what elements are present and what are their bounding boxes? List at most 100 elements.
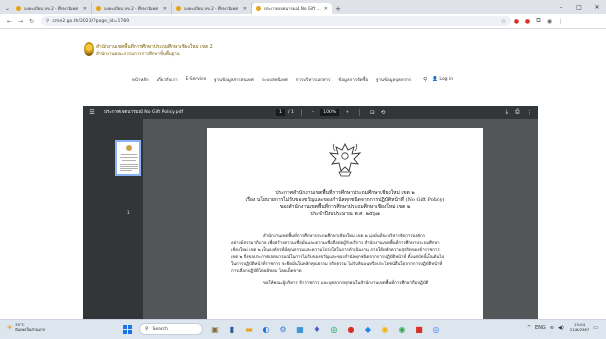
edge-icon[interactable]: ◐ <box>259 323 273 336</box>
nav-item-eservice[interactable]: E-Service <box>186 77 207 82</box>
download-icon[interactable]: ⤓ <box>506 109 508 116</box>
app-icon[interactable]: ■ <box>412 323 426 336</box>
bookmark-star-icon[interactable]: ☆ <box>501 18 506 25</box>
volume-icon[interactable]: ◀) <box>558 325 564 331</box>
forward-icon[interactable]: → <box>15 16 26 27</box>
nav-item-about[interactable]: เกี่ยวกับเรา <box>157 76 178 83</box>
nav-item-procurement[interactable]: ข้อมูลการจัดซื้อ <box>338 76 368 83</box>
close-window-button[interactable]: ✕ <box>588 0 606 14</box>
new-tab-button[interactable]: + <box>332 3 344 14</box>
taskbar-apps: ▣ ▮ ▬ ◐ ⚙ ▦ ♦ ◎ ● ◆ ◉ ◉ ■ ◎ <box>208 323 446 336</box>
doc-paragraph-line: ขอให้คณะผู้บริหาร ข้าราชการ และบุคลากรทุ… <box>263 281 429 286</box>
doc-paragraph-line: สำนักงานเขตพื้นที่การศึกษาประถมศึกษาเชีย… <box>263 234 425 239</box>
browser-tab[interactable]: ลงทะเบียน ลข 2 - ศึกษานิเทศ ✕ <box>172 3 252 14</box>
site-favicon-icon <box>16 6 21 11</box>
weather-text: 35°C มีแดดเป็นส่วนมาก <box>15 322 45 332</box>
tab-search-icon[interactable]: ⌄ <box>3 3 12 13</box>
search-icon[interactable]: ⚲ <box>423 77 427 83</box>
tab-title: ลงทะเบียน ลข 2 - ศึกษานิเทศ <box>24 6 78 11</box>
profile-avatar-icon[interactable]: ◉ <box>544 16 555 27</box>
taskbar-search-input[interactable]: ⚲ Search <box>139 323 203 335</box>
close-tab-icon[interactable]: ✕ <box>243 6 247 12</box>
thumbnail-emblem <box>126 145 132 151</box>
zoom-in-icon[interactable]: + <box>345 110 349 115</box>
app-icon[interactable]: ● <box>344 323 358 336</box>
reload-icon[interactable]: ↻ <box>26 16 37 27</box>
clock[interactable]: 15:04 21/6/2567 <box>570 322 589 332</box>
store-icon[interactable]: ▦ <box>293 323 307 336</box>
rotate-icon[interactable]: ⟲ <box>381 110 386 116</box>
system-tray: ^ ENG ≋ ◀) 15:04 21/6/2567 ▭ <box>523 322 598 332</box>
browser-menu-icon[interactable]: ⋮ <box>555 16 566 27</box>
app-icon[interactable]: ◉ <box>395 323 409 336</box>
wifi-icon[interactable]: ≋ <box>550 325 554 331</box>
settings-icon[interactable]: ⚙ <box>276 323 290 336</box>
chrome-icon[interactable]: ◎ <box>429 323 443 336</box>
language-indicator[interactable]: ENG <box>535 325 546 331</box>
site-nav: หน้าหลัก เกี่ยวกับเรา E-Service ฐานข้อมู… <box>132 76 453 84</box>
close-tab-icon[interactable]: ✕ <box>324 6 328 12</box>
browser-tab-active[interactable]: ประกาศเจตนารมณ์ No Gift Policy ✕ <box>252 3 332 14</box>
nav-item-database[interactable]: ฐานข้อมูลสารสนเทศ <box>214 76 253 83</box>
back-icon[interactable]: ← <box>4 16 15 27</box>
thumbnail-line <box>120 166 138 167</box>
browser-tab[interactable]: ลงทะเบียน ลข 2 - ศึกษานิเทศ ✕ <box>92 3 172 14</box>
fit-page-icon[interactable]: ⊡ <box>370 110 375 116</box>
thumbnail-line <box>120 168 138 169</box>
minimize-button[interactable]: – <box>552 0 570 14</box>
app-icon[interactable]: ◆ <box>361 323 375 336</box>
url-text: cme2.go.th/2023/?page_id=1789 <box>52 18 130 24</box>
site-favicon-icon <box>96 6 101 11</box>
site-favicon-icon <box>176 6 181 11</box>
nav-item-documents[interactable]: การบริหารเอกสาร <box>296 76 331 83</box>
doc-paragraph-line: อย่างมีธรรมาภิบาล เพื่อสร้างความเชื่อมั่… <box>231 241 440 246</box>
pdf-actions: ⤓ ⎙ ⋮ <box>499 106 532 119</box>
site-header: สำนักงานเขตพื้นที่การศึกษาประถมศึกษาเชีย… <box>0 30 606 99</box>
site-info-icon[interactable]: ⚲ <box>46 19 49 24</box>
teams-icon[interactable]: ♦ <box>310 323 324 336</box>
extension-icon[interactable]: ● <box>511 16 522 27</box>
toolbar-divider <box>300 109 302 116</box>
sidebar-menu-icon[interactable]: ☰ <box>85 109 99 116</box>
nav-item-home[interactable]: หน้าหลัก <box>132 76 149 83</box>
thumbnail-line <box>120 164 138 165</box>
address-bar[interactable]: ⚲ cme2.go.th/2023/?page_id=1789 ☆ <box>41 16 511 26</box>
close-tab-icon[interactable]: ✕ <box>163 6 167 12</box>
zoom-level-input[interactable]: 100% <box>320 109 340 116</box>
nav-item-personnel[interactable]: ฐานข้อมูลบุคลากร <box>376 76 411 83</box>
app-icon[interactable]: ▮ <box>225 323 239 336</box>
taskbar: ☀ 35°C มีแดดเป็นส่วนมาก ⚲ Search ▣ ▮ ▬ ◐… <box>0 319 606 339</box>
close-tab-icon[interactable]: ✕ <box>83 6 87 12</box>
app-icon[interactable]: ◉ <box>378 323 392 336</box>
thumbnail-page-number: 1 <box>127 210 130 215</box>
login-label: Log in <box>439 77 454 82</box>
maximize-button[interactable]: □ <box>570 0 588 14</box>
chrome-icon[interactable]: ◎ <box>327 323 341 336</box>
extensions-puzzle-icon[interactable]: ⧉ <box>533 16 544 27</box>
notification-icon[interactable]: ▭ <box>593 325 598 331</box>
page-thumbnail[interactable] <box>115 140 141 176</box>
more-options-icon[interactable]: ⋮ <box>527 110 533 116</box>
browser-tab-strip: ⌄ ลงทะเบียน ลข 2 - ศึกษานิเทศ ✕ ลงทะเบีย… <box>0 0 606 14</box>
file-explorer-icon[interactable]: ▬ <box>242 323 256 336</box>
doc-paragraph-line: เขต ๒ จึงขอประกาศเจตนารมณ์ในการไม่รับของ… <box>231 255 445 260</box>
weather-widget[interactable]: ☀ 35°C มีแดดเป็นส่วนมาก <box>6 322 45 332</box>
zoom-out-icon[interactable]: – <box>312 110 314 115</box>
start-windows-icon[interactable] <box>123 325 132 334</box>
thumbnail-line <box>121 154 137 155</box>
page-number-input[interactable]: 1 <box>276 109 285 116</box>
org-logo-icon[interactable] <box>84 42 94 56</box>
extension-icon[interactable]: ● <box>522 16 533 27</box>
doc-paragraph-line: การเลือกปฏิบัติโดยมิชอบ โดยเด็ดขาด <box>231 269 302 274</box>
pdf-thumbnail-sidebar: 1 <box>83 119 143 320</box>
nav-item-supervision[interactable]: ระบบสหนิเทศ <box>262 76 288 83</box>
taskbar-search-placeholder: Search <box>152 326 168 332</box>
doc-paragraph-line: เชียงใหม่ เขต ๒ เป็นองค์กรที่มีคุณธรรมแล… <box>231 248 440 253</box>
print-icon[interactable]: ⎙ <box>515 109 519 116</box>
login-link[interactable]: 👤 Log in <box>432 77 453 82</box>
pdf-viewer[interactable]: ☰ ประกาศเจตนารมณ์ No Gift Policy.pdf 1 /… <box>83 106 538 320</box>
chevron-up-icon[interactable]: ^ <box>527 325 531 331</box>
site-favicon-icon <box>256 6 261 11</box>
browser-tab[interactable]: ลงทะเบียน ลข 2 - ศึกษานิเทศ ✕ <box>12 3 92 14</box>
task-view-icon[interactable]: ▣ <box>208 323 222 336</box>
